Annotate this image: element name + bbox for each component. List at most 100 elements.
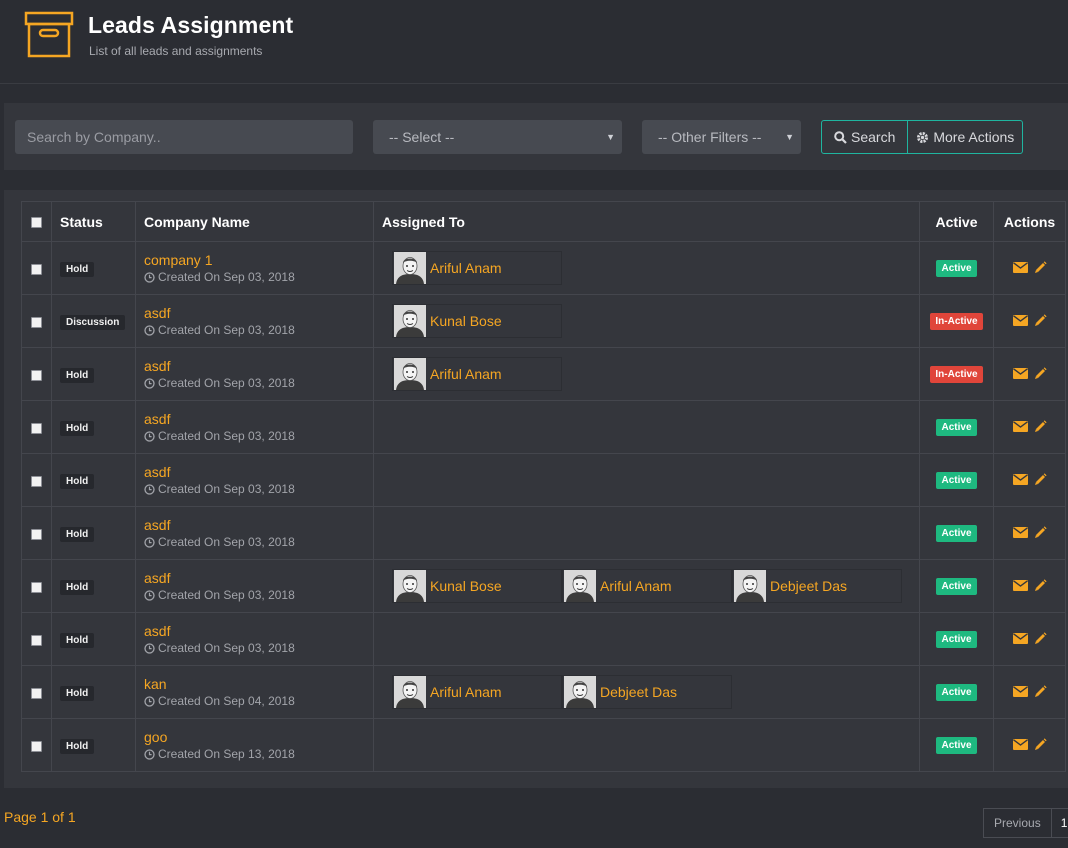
row-checkbox[interactable]	[31, 634, 42, 646]
assignee-chip[interactable]: Ariful Anam	[562, 569, 732, 603]
company-name-link[interactable]: asdf	[144, 464, 373, 480]
envelope-icon[interactable]	[1012, 685, 1028, 697]
assignee-chip[interactable]: Kunal Bose	[392, 304, 562, 338]
row-checkbox[interactable]	[31, 475, 42, 487]
assignee-chip[interactable]: Ariful Anam	[392, 675, 562, 709]
table-row[interactable]: Hold asdf Created On Sep 03, 2018 Active	[21, 612, 1066, 666]
table-row[interactable]: Hold asdf Created On Sep 03, 2018 Active	[21, 400, 1066, 454]
company-name-link[interactable]: asdf	[144, 517, 373, 533]
row-checkbox[interactable]	[31, 369, 42, 381]
active-badge: In-Active	[930, 366, 983, 383]
assignee-chip[interactable]: Kunal Bose	[392, 569, 562, 603]
table-row[interactable]: Hold asdf Created On Sep 03, 2018 Active	[21, 506, 1066, 560]
pencil-icon[interactable]	[1034, 737, 1047, 751]
assignee-name: Ariful Anam	[430, 366, 502, 382]
status-badge: Hold	[60, 261, 95, 277]
company-name-link[interactable]: asdf	[144, 570, 373, 586]
table-row[interactable]: Hold goo Created On Sep 13, 2018 Active	[21, 718, 1066, 772]
gear-icon	[917, 131, 929, 143]
company-name-link[interactable]: asdf	[144, 623, 373, 639]
company-name-link[interactable]: goo	[144, 729, 373, 745]
leads-table-panel: Status Company Name Assigned To Active A…	[4, 190, 1068, 788]
row-select-cell	[21, 400, 52, 454]
search-button[interactable]: Search	[822, 121, 907, 153]
assignee-name: Debjeet Das	[600, 684, 678, 700]
row-select-cell	[21, 241, 52, 295]
assignee-chip[interactable]: Debjeet Das	[732, 569, 902, 603]
table-row[interactable]: Hold company 1 Created On Sep 03, 2018 Arif…	[21, 241, 1066, 295]
table-row[interactable]: Hold asdf Created On Sep 03, 2018 Ariful An…	[21, 347, 1066, 401]
column-header-assigned[interactable]: Assigned To	[373, 201, 920, 242]
table-row[interactable]: Hold asdf Created On Sep 03, 2018 Active	[21, 453, 1066, 507]
envelope-icon[interactable]	[1012, 314, 1028, 326]
pencil-icon[interactable]	[1034, 525, 1047, 539]
status-cell: Hold	[51, 612, 136, 666]
row-select-cell	[21, 347, 52, 401]
select-all-checkbox[interactable]	[31, 217, 42, 229]
created-date-text: Created On Sep 03, 2018	[158, 269, 295, 284]
table-row[interactable]: Discussion asdf Created On Sep 03, 2018 Kun…	[21, 294, 1066, 348]
pencil-icon[interactable]	[1034, 472, 1047, 486]
status-select[interactable]: -- Select -- ▼	[373, 120, 622, 154]
row-checkbox[interactable]	[31, 528, 42, 540]
assignee-name: Debjeet Das	[770, 578, 848, 594]
envelope-icon[interactable]	[1012, 367, 1028, 379]
company-name-link[interactable]: company 1	[144, 252, 373, 268]
pencil-icon[interactable]	[1034, 631, 1047, 645]
envelope-icon[interactable]	[1012, 420, 1028, 432]
pencil-icon[interactable]	[1034, 313, 1047, 327]
column-header-status[interactable]: Status	[51, 201, 136, 242]
assignee-chip[interactable]: Debjeet Das	[562, 675, 732, 709]
row-checkbox[interactable]	[31, 740, 42, 752]
row-checkbox[interactable]	[31, 422, 42, 434]
active-badge: Active	[936, 260, 977, 277]
active-badge: Active	[936, 684, 977, 701]
company-name-link[interactable]: asdf	[144, 358, 373, 374]
created-date: Created On Sep 03, 2018	[144, 429, 373, 444]
avatar	[394, 358, 426, 390]
created-date-text: Created On Sep 03, 2018	[158, 322, 295, 337]
envelope-icon[interactable]	[1012, 526, 1028, 538]
select-all-cell	[21, 201, 52, 242]
status-badge: Hold	[60, 685, 95, 701]
avatar	[564, 676, 596, 708]
pencil-icon[interactable]	[1034, 419, 1047, 433]
pencil-icon[interactable]	[1034, 260, 1047, 274]
column-header-active[interactable]: Active	[919, 201, 994, 242]
table-row[interactable]: Hold asdf Created On Sep 03, 2018 Kunal Bos…	[21, 559, 1066, 613]
previous-page-button[interactable]: Previous	[983, 808, 1052, 838]
actions-cell	[993, 718, 1066, 772]
table-row[interactable]: Hold kan Created On Sep 04, 2018 Ariful Ana…	[21, 665, 1066, 719]
envelope-icon[interactable]	[1012, 261, 1028, 273]
more-actions-button[interactable]: More Actions	[907, 121, 1022, 153]
company-name-link[interactable]: asdf	[144, 305, 373, 321]
avatar	[394, 676, 426, 708]
column-header-company[interactable]: Company Name	[135, 201, 374, 242]
assignee-chip[interactable]: Ariful Anam	[392, 357, 562, 391]
created-date-text: Created On Sep 03, 2018	[158, 640, 295, 655]
active-badge: Active	[936, 631, 977, 648]
row-checkbox[interactable]	[31, 316, 42, 328]
envelope-icon[interactable]	[1012, 632, 1028, 644]
clock-icon	[144, 589, 155, 601]
row-checkbox[interactable]	[31, 581, 42, 593]
row-checkbox[interactable]	[31, 687, 42, 699]
company-name-link[interactable]: kan	[144, 676, 373, 692]
pencil-icon[interactable]	[1034, 578, 1047, 592]
active-badge: Active	[936, 525, 977, 542]
created-date-text: Created On Sep 04, 2018	[158, 693, 295, 708]
pencil-icon[interactable]	[1034, 366, 1047, 380]
other-filters-select[interactable]: -- Other Filters -- ▼	[642, 120, 801, 154]
envelope-icon[interactable]	[1012, 473, 1028, 485]
company-name-link[interactable]: asdf	[144, 411, 373, 427]
row-checkbox[interactable]	[31, 263, 42, 275]
clock-icon	[144, 642, 155, 654]
pencil-icon[interactable]	[1034, 684, 1047, 698]
company-search-input[interactable]	[15, 120, 353, 154]
envelope-icon[interactable]	[1012, 579, 1028, 591]
clock-icon	[144, 271, 155, 283]
assignee-chip[interactable]: Ariful Anam	[392, 251, 562, 285]
page-1-button[interactable]: 1	[1051, 808, 1068, 838]
actions-cell	[993, 506, 1066, 560]
envelope-icon[interactable]	[1012, 738, 1028, 750]
